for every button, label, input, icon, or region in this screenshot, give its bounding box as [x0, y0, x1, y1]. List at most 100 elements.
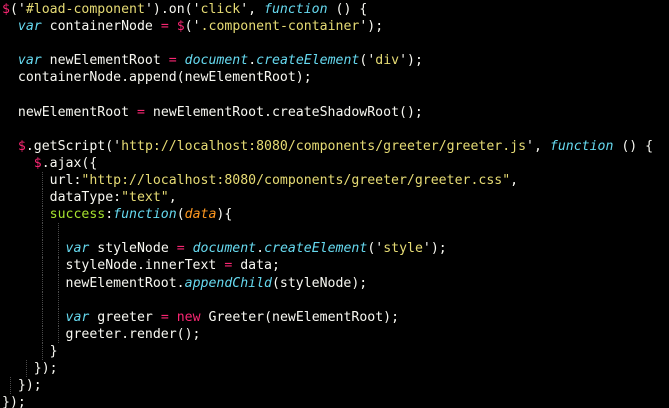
code-token: var	[65, 241, 90, 257]
code-line[interactable]: $.getScript('http://localhost:8080/compo…	[2, 138, 653, 155]
code-token: .ajax({	[41, 155, 98, 171]
code-line[interactable]: var newElementRoot = document.createElem…	[2, 52, 653, 69]
indent-guide	[41, 308, 43, 326]
code-token: .	[248, 53, 257, 69]
code-token: #load-component	[25, 2, 145, 17]
code-line[interactable]: newElementRoot.appendChild(styleNode);	[2, 274, 653, 292]
code-line[interactable]: styleNode.innerText = data;	[2, 257, 653, 275]
code-line[interactable]: }	[2, 342, 653, 360]
code-token: appendChild	[184, 275, 272, 291]
code-line[interactable]: url:"http://localhost:8080/components/gr…	[2, 171, 653, 190]
code-token: createElement	[264, 241, 368, 257]
code-line[interactable]: $.ajax({	[2, 155, 653, 172]
code-token: function	[264, 2, 328, 17]
code-token: success	[49, 207, 106, 223]
code-line[interactable]: var greeter = new Greeter(newElementRoot…	[2, 308, 653, 326]
code-token: function	[549, 138, 614, 154]
indent-guide	[57, 308, 59, 326]
indent-guide	[41, 240, 43, 258]
code-token: ,	[168, 190, 177, 206]
indent-guide	[57, 257, 59, 275]
indent-guide	[41, 342, 43, 360]
code-token: containerNode	[41, 19, 161, 35]
code-token: div	[375, 53, 400, 69]
code-token: ');	[422, 241, 447, 257]
code-line[interactable]: });	[2, 377, 653, 395]
code-line[interactable]: $('#load-component').on('click', functio…	[2, 1, 653, 18]
indent-guide	[57, 291, 59, 309]
code-line[interactable]: dataType:"text",	[2, 189, 653, 207]
code-token: ').on('	[144, 2, 201, 17]
code-token: greeter	[89, 309, 161, 325]
indent-guide	[41, 257, 43, 275]
code-token: });	[2, 360, 58, 376]
code-token: $	[33, 155, 42, 171]
code-token: =	[160, 309, 169, 325]
code-token: Greeter(newElementRoot);	[200, 309, 400, 325]
code-token: (	[176, 207, 185, 223]
code-token: dataType:	[2, 190, 122, 206]
code-line[interactable]	[2, 223, 653, 241]
indent-guide	[57, 274, 59, 292]
code-token: "http://localhost:8080/components/greete…	[81, 172, 511, 188]
code-line[interactable]: success:function(data){	[2, 206, 653, 224]
indent-guide	[41, 206, 43, 224]
code-token: :	[105, 207, 114, 223]
code-token: $	[2, 2, 10, 17]
code-line[interactable]	[2, 86, 653, 103]
code-token: "text"	[121, 190, 169, 206]
code-token: function	[113, 207, 177, 223]
code-line[interactable]: newElementRoot = newElementRoot.createSh…	[2, 104, 653, 121]
code-line[interactable]	[2, 121, 653, 138]
code-line[interactable]: var styleNode = document.createElement('…	[2, 240, 653, 258]
code-line[interactable]: containerNode.append(newElementRoot);	[2, 69, 653, 86]
code-token: $	[17, 138, 26, 154]
code-editor[interactable]: $('#load-component').on('click', functio…	[0, 0, 669, 408]
code-token: () {	[327, 2, 368, 17]
indent-guide	[41, 189, 43, 207]
code-line[interactable]: });	[2, 359, 653, 378]
code-token: .component-container	[200, 19, 360, 35]
code-token: ('	[359, 53, 376, 69]
indent-guide	[41, 223, 43, 241]
code-token: http://localhost:8080/components/greeter…	[121, 138, 527, 154]
code-token: greeter.render();	[2, 326, 201, 342]
code-line[interactable]	[2, 291, 653, 309]
code-token: ',	[526, 138, 550, 154]
code-token: document	[192, 241, 257, 257]
code-token: .	[256, 241, 265, 257]
code-token: ');	[399, 53, 423, 69]
indent-guide	[41, 171, 43, 190]
code-line[interactable]: greeter.render();	[2, 325, 653, 343]
code-token: data;	[232, 258, 280, 274]
code-token: () {	[613, 138, 654, 154]
code-token: =	[168, 53, 177, 69]
code-line[interactable]: });	[2, 394, 653, 408]
code-token: newElementRoot.	[2, 275, 185, 291]
code-token: (styleNode);	[271, 275, 368, 291]
code-token: newElementRoot.createShadowRoot();	[144, 104, 423, 120]
code-token: =	[176, 241, 185, 257]
code-text[interactable]: $('#load-component').on('click', functio…	[2, 1, 653, 408]
indent-guide	[57, 240, 59, 258]
code-token: .getScript('	[25, 138, 122, 154]
indent-guide	[41, 274, 43, 292]
code-token: }	[2, 343, 58, 359]
code-token: style	[383, 241, 423, 257]
code-line[interactable]	[2, 35, 653, 52]
code-token: });	[2, 378, 42, 394]
code-token: newElementRoot	[2, 104, 137, 120]
code-token: ',	[240, 2, 265, 17]
code-token: var	[17, 53, 42, 69]
code-token: createElement	[256, 53, 360, 69]
code-line[interactable]: var containerNode = $('.component-contai…	[2, 18, 653, 35]
code-token: styleNode	[89, 241, 177, 257]
